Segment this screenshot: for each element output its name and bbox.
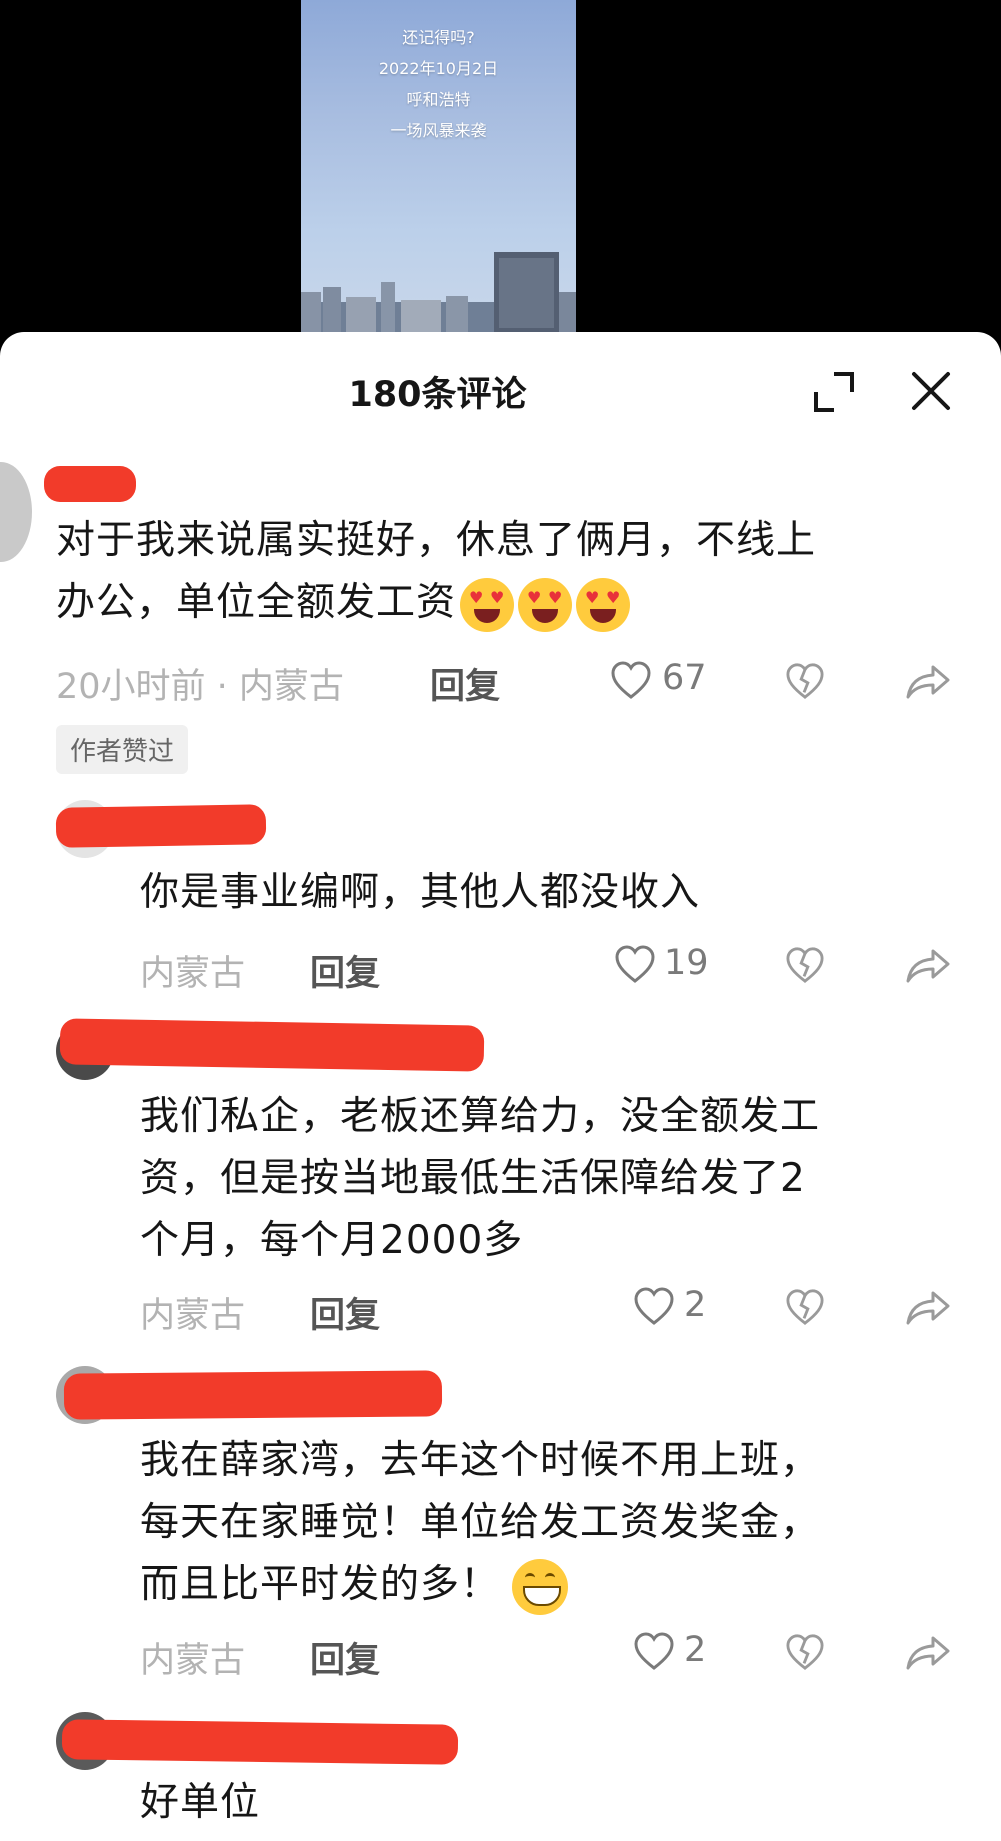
like-count: 2 — [684, 1285, 707, 1325]
heart-icon[interactable] — [614, 944, 656, 984]
close-icon[interactable] — [908, 368, 954, 414]
redacted-username — [59, 1018, 485, 1072]
comment-meta: 20小时前 · 内蒙古 — [56, 667, 344, 707]
heart-eyes-tongue-emoji: ♥ ♥ — [460, 577, 515, 632]
dislike-icon[interactable] — [785, 946, 825, 984]
video-caption: 还记得吗? 2022年10月2日 呼和浩特 一场风暴来袭 — [301, 22, 576, 146]
dislike-icon[interactable] — [785, 662, 825, 700]
city-skyline-image — [301, 252, 576, 332]
caption-line: 呼和浩特 — [406, 90, 471, 109]
comment-line: 我们私企，老板还算给力，没全额发工 — [140, 1094, 821, 1139]
comment-line: 我在薛家湾，去年这个时候不用上班， — [140, 1438, 821, 1483]
comment-text: 我在薛家湾，去年这个时候不用上班， 每天在家睡觉！单位给发工资发奖金， 而且比平… — [140, 1430, 820, 1616]
like-count: 19 — [664, 943, 709, 983]
reply-button[interactable]: 回复 — [430, 658, 500, 709]
share-icon[interactable] — [905, 664, 951, 700]
caption-line: 一场风暴来袭 — [390, 121, 487, 140]
video-thumbnail[interactable]: 还记得吗? 2022年10月2日 呼和浩特 一场风暴来袭 — [301, 0, 576, 332]
heart-icon[interactable] — [633, 1286, 675, 1326]
like-count: 2 — [684, 1630, 707, 1670]
dislike-icon[interactable] — [785, 1288, 825, 1326]
heart-eyes-tongue-emoji: ♥ ♥ — [518, 577, 573, 632]
comment-text: 你是事业编啊，其他人都没收入 — [140, 870, 701, 915]
comment-location: 内蒙古 — [140, 954, 246, 994]
video-player[interactable]: 还记得吗? 2022年10月2日 呼和浩特 一场风暴来袭 — [0, 0, 1001, 340]
share-icon[interactable] — [905, 948, 951, 984]
redacted-username — [63, 1370, 443, 1420]
comment-line: 办公，单位全额发工资 ♥ ♥ ♥ ♥ ♥ ♥ — [56, 572, 956, 634]
dislike-icon[interactable] — [785, 1633, 825, 1671]
share-icon[interactable] — [905, 1290, 951, 1326]
comment-line: 对于我来说属实挺好，休息了俩月，不线上 — [56, 518, 817, 563]
reply-button[interactable]: 回复 — [310, 1632, 380, 1683]
comment-text: 好单位 — [140, 1780, 261, 1825]
comment-line-text: 而且比平时发的多！ — [140, 1562, 501, 1607]
comment-text: 我们私企，老板还算给力，没全额发工 资，但是按当地最低生活保障给发了2 个月，每… — [140, 1086, 820, 1272]
redacted-username — [61, 1719, 459, 1765]
comment-line: 而且比平时发的多！ — [140, 1554, 820, 1616]
comment-line-text: 办公，单位全额发工资 — [56, 580, 457, 625]
reply-button[interactable]: 回复 — [310, 945, 380, 996]
comment-line: 个月，每个月2000多 — [140, 1218, 524, 1263]
heart-eyes-tongue-emoji: ♥ ♥ — [576, 577, 631, 632]
redacted-username — [55, 804, 267, 848]
comment-count-title: 180条评论 — [348, 375, 527, 415]
author-liked-badge: 作者赞过 — [56, 725, 189, 774]
expand-icon[interactable] — [812, 370, 856, 414]
comment-line: 每天在家睡觉！单位给发工资发奖金， — [140, 1500, 821, 1545]
comment-line: 资，但是按当地最低生活保障给发了2 — [140, 1156, 806, 1201]
comment-location: 内蒙古 — [140, 1641, 246, 1681]
like-count: 67 — [662, 658, 707, 698]
grinning-emoji — [512, 1558, 569, 1615]
reply-button[interactable]: 回复 — [310, 1287, 380, 1338]
comment-location: 内蒙古 — [140, 1296, 246, 1336]
redacted-username — [44, 466, 136, 502]
comment-text: 对于我来说属实挺好，休息了俩月，不线上 办公，单位全额发工资 ♥ ♥ ♥ ♥ ♥ ♥ — [56, 510, 956, 634]
caption-line: 2022年10月2日 — [378, 59, 499, 78]
heart-icon[interactable] — [610, 660, 652, 700]
share-icon[interactable] — [905, 1635, 951, 1671]
heart-icon[interactable] — [633, 1631, 675, 1671]
caption-line: 还记得吗? — [402, 28, 475, 47]
